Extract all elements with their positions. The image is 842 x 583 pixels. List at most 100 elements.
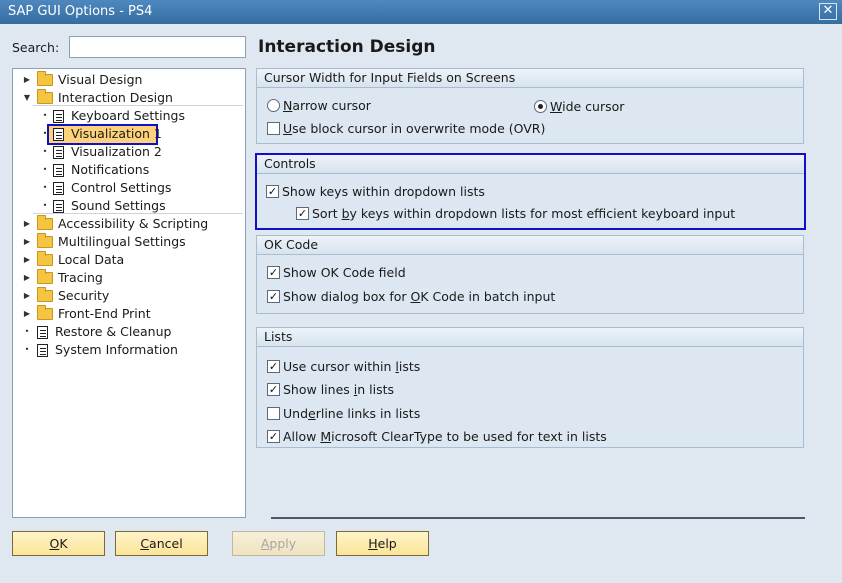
checkmark-icon[interactable]: ✓	[267, 382, 280, 396]
folder-icon	[37, 287, 53, 302]
close-icon[interactable]: ✕	[819, 3, 837, 20]
expand-arrow-icon[interactable]: ▶	[21, 233, 33, 251]
checkbox-icon[interactable]	[267, 121, 280, 135]
folder-open-icon	[37, 89, 53, 104]
tree-item-label: Visual Design	[58, 72, 143, 87]
tree-item-label: Visualization 2	[71, 144, 162, 159]
expand-arrow-icon[interactable]: ▶	[21, 71, 33, 89]
tree-item-visualization-2[interactable]: • Visualization 2	[39, 143, 162, 161]
use-cursor-lists-checkbox[interactable]: ✓ Use cursor within lists	[267, 358, 420, 374]
tree-item-label: Control Settings	[71, 180, 172, 195]
narrow-cursor-radio[interactable]: Narrow cursor	[267, 97, 371, 113]
option-label: Use block cursor in overwrite mode (OVR)	[283, 120, 546, 136]
settings-tree[interactable]: ▶ Visual Design ▼ Interaction Design • K…	[12, 68, 246, 518]
tree-item-accessibility-scripting[interactable]: ▶ Accessibility & Scripting	[21, 215, 208, 233]
tree-item-label: Local Data	[58, 252, 125, 267]
tree-item-local-data[interactable]: ▶ Local Data	[21, 251, 124, 269]
expand-arrow-icon[interactable]: ▶	[21, 287, 33, 305]
tree-item-label: Security	[58, 288, 110, 303]
controls-group: Controls ✓ Show keys within dropdown lis…	[255, 153, 806, 230]
option-label: Show dialog box for OK Code in batch inp…	[283, 288, 556, 304]
option-label: Show keys within dropdown lists	[282, 183, 485, 199]
option-label: Allow Microsoft ClearType to be used for…	[283, 428, 607, 444]
folder-icon	[37, 251, 53, 266]
bullet-icon: •	[42, 147, 48, 156]
bullet-icon: •	[24, 345, 30, 354]
tree-item-visualization-1[interactable]: • Visualization 1	[39, 125, 162, 143]
bullet-icon: •	[42, 111, 48, 120]
expand-arrow-icon[interactable]: ▶	[21, 215, 33, 233]
tree-item-multilingual-settings[interactable]: ▶ Multilingual Settings	[21, 233, 186, 251]
tree-item-system-information[interactable]: • System Information	[21, 341, 178, 359]
collapse-arrow-icon[interactable]: ▼	[21, 89, 33, 107]
underline-links-checkbox[interactable]: Underline links in lists	[267, 405, 420, 421]
cleartype-checkbox[interactable]: ✓ Allow Microsoft ClearType to be used f…	[267, 428, 607, 444]
bullet-icon: •	[24, 327, 30, 336]
show-keys-checkbox[interactable]: ✓ Show keys within dropdown lists	[266, 183, 485, 199]
checkmark-icon[interactable]: ✓	[267, 429, 280, 443]
checkmark-icon[interactable]: ✓	[267, 359, 280, 373]
tree-item-notifications[interactable]: • Notifications	[39, 161, 150, 179]
radio-button-selected-icon[interactable]	[534, 99, 547, 113]
group-title: Cursor Width for Input Fields on Screens	[257, 69, 803, 88]
group-title: OK Code	[257, 236, 803, 255]
tree-item-label: Visualization 1	[71, 126, 162, 141]
checkmark-icon[interactable]: ✓	[296, 206, 309, 220]
checkmark-icon[interactable]: ✓	[266, 184, 279, 198]
tree-item-label: Multilingual Settings	[58, 234, 186, 249]
checkmark-icon[interactable]: ✓	[267, 289, 280, 303]
expand-arrow-icon[interactable]: ▶	[21, 251, 33, 269]
tree-item-label: Notifications	[71, 162, 150, 177]
search-input[interactable]	[69, 36, 246, 58]
bullet-icon: •	[42, 165, 48, 174]
tree-item-restore-cleanup[interactable]: • Restore & Cleanup	[21, 323, 172, 341]
apply-button[interactable]: Apply	[232, 531, 325, 556]
wide-cursor-radio[interactable]: Wide cursor	[534, 98, 624, 114]
tree-item-front-end-print[interactable]: ▶ Front-End Print	[21, 305, 151, 323]
page-title: Interaction Design	[258, 37, 436, 57]
cancel-button[interactable]: Cancel	[115, 531, 208, 556]
tree-item-tracing[interactable]: ▶ Tracing	[21, 269, 103, 287]
folder-icon	[37, 233, 53, 248]
folder-icon	[37, 305, 53, 320]
block-cursor-checkbox[interactable]: Use block cursor in overwrite mode (OVR)	[267, 120, 545, 136]
ok-code-dialog-checkbox[interactable]: ✓ Show dialog box for OK Code in batch i…	[267, 288, 555, 304]
tree-item-keyboard-settings[interactable]: • Keyboard Settings	[39, 107, 185, 125]
option-label: Sort by keys within dropdown lists for m…	[312, 205, 736, 221]
tree-item-control-settings[interactable]: • Control Settings	[39, 179, 172, 197]
window-titlebar: SAP GUI Options - PS4 ✕	[0, 0, 842, 24]
document-icon	[53, 199, 64, 213]
tree-item-label: Keyboard Settings	[71, 108, 186, 123]
expand-arrow-icon[interactable]: ▶	[21, 305, 33, 323]
document-icon	[53, 181, 64, 195]
tree-item-label: System Information	[55, 342, 178, 357]
expand-arrow-icon[interactable]: ▶	[21, 269, 33, 287]
group-title: Controls	[257, 155, 804, 174]
divider	[271, 517, 805, 519]
document-icon	[53, 145, 64, 159]
folder-icon	[37, 215, 53, 230]
tree-item-security[interactable]: ▶ Security	[21, 287, 109, 305]
lists-group: Lists ✓ Use cursor within lists ✓ Show l…	[256, 327, 804, 448]
help-button[interactable]: Help	[336, 531, 429, 556]
show-ok-code-checkbox[interactable]: ✓ Show OK Code field	[267, 264, 406, 280]
option-label: Use cursor within lists	[283, 358, 421, 374]
tree-item-label: Front-End Print	[58, 306, 151, 321]
option-label: Show OK Code field	[283, 264, 406, 280]
window-title: SAP GUI Options - PS4	[8, 4, 153, 19]
tree-item-visual-design[interactable]: ▶ Visual Design	[21, 71, 142, 89]
folder-icon	[37, 71, 53, 86]
option-label: Underline links in lists	[283, 405, 421, 421]
ok-button[interactable]: OK	[12, 531, 105, 556]
checkbox-icon[interactable]	[267, 406, 280, 420]
group-title: Lists	[257, 328, 803, 347]
ok-code-group: OK Code ✓ Show OK Code field ✓ Show dial…	[256, 235, 804, 314]
show-lines-lists-checkbox[interactable]: ✓ Show lines in lists	[267, 381, 394, 397]
checkmark-icon[interactable]: ✓	[267, 265, 280, 279]
tree-item-interaction-design[interactable]: ▼ Interaction Design	[21, 89, 173, 107]
tree-item-label: Accessibility & Scripting	[58, 216, 209, 231]
option-label: Narrow cursor	[283, 97, 371, 113]
tree-item-sound-settings[interactable]: • Sound Settings	[39, 197, 166, 215]
radio-button-icon[interactable]	[267, 98, 280, 112]
sort-by-keys-checkbox[interactable]: ✓ Sort by keys within dropdown lists for…	[296, 205, 735, 221]
